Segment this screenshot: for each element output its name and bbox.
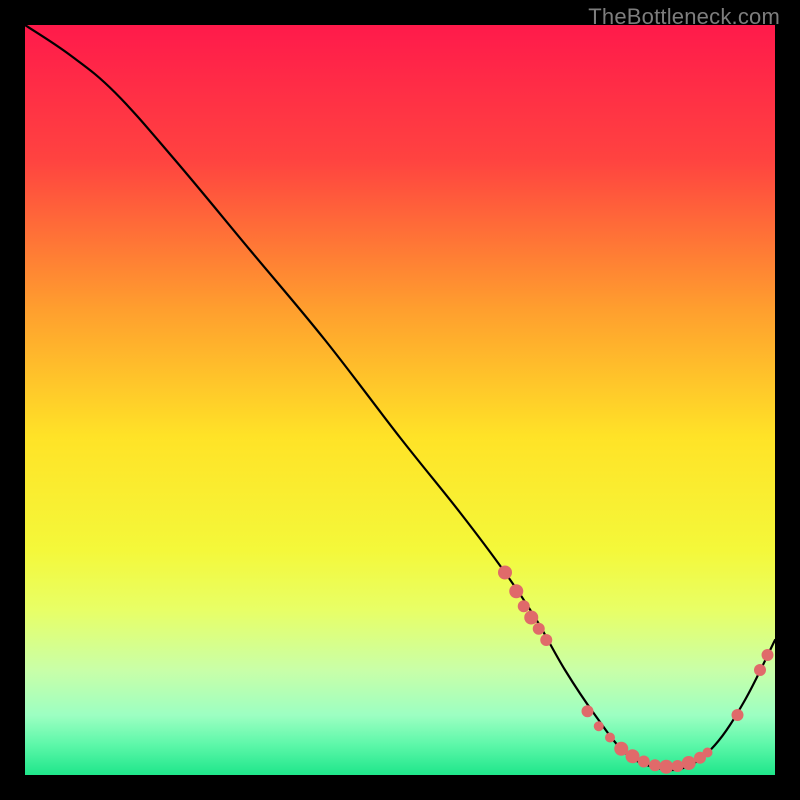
data-marker (594, 721, 604, 731)
data-marker (509, 584, 523, 598)
plot-area (25, 25, 775, 775)
data-marker (638, 756, 650, 768)
chart-stage: TheBottleneck.com (0, 0, 800, 800)
data-marker (754, 664, 766, 676)
watermark-text: TheBottleneck.com (588, 4, 780, 30)
data-markers (498, 566, 774, 774)
data-marker (582, 705, 594, 717)
curve-overlay (25, 25, 775, 775)
data-marker (498, 566, 512, 580)
data-marker (524, 611, 538, 625)
data-marker (682, 756, 696, 770)
data-marker (626, 749, 640, 763)
data-marker (703, 748, 713, 758)
data-marker (732, 709, 744, 721)
data-marker (762, 649, 774, 661)
bottleneck-curve (25, 25, 775, 770)
data-marker (518, 600, 530, 612)
data-marker (540, 634, 552, 646)
data-marker (605, 733, 615, 743)
data-marker (672, 760, 684, 772)
data-marker (533, 623, 545, 635)
data-marker (659, 760, 673, 774)
data-marker (649, 759, 661, 771)
